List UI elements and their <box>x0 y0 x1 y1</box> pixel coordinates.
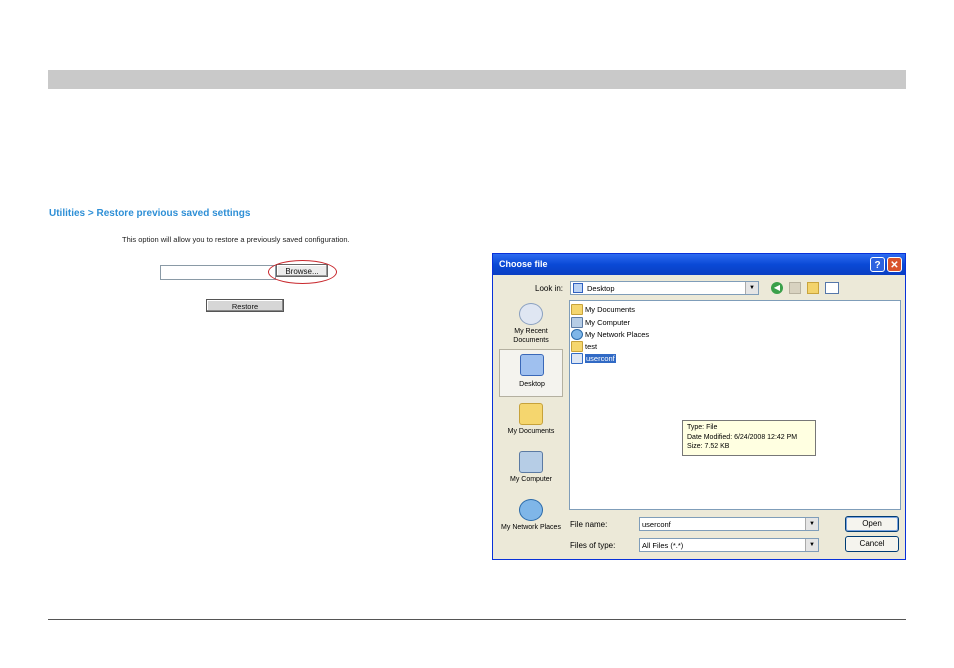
place-label: My Recent Documents <box>513 328 549 344</box>
files-of-type-dropdown[interactable]: All Files (*.*) ▼ <box>639 538 819 552</box>
my-computer-icon <box>519 451 543 473</box>
file-tooltip: Type: File Date Modified: 6/24/2008 12:4… <box>682 420 816 456</box>
file-name-label: File name: <box>570 520 608 529</box>
tooltip-date: Date Modified: 6/24/2008 12:42 PM <box>687 433 798 441</box>
browse-button[interactable]: Browse... <box>276 264 328 277</box>
back-arrow-icon[interactable]: ◀ <box>771 282 783 294</box>
place-network-places[interactable]: My Network Places <box>499 495 563 543</box>
choose-file-dialog: Choose file ? ✕ Look in: Desktop ▼ ◀ My … <box>492 253 906 560</box>
file-path-input[interactable] <box>160 265 276 280</box>
open-button[interactable]: Open <box>845 516 899 532</box>
documents-folder-icon <box>571 304 583 315</box>
place-desktop[interactable]: Desktop <box>499 349 563 397</box>
tooltip-size: Size: 7.52 KB <box>687 443 730 450</box>
views-menu-icon[interactable] <box>825 282 839 294</box>
desktop-icon <box>573 283 583 293</box>
look-in-value: Desktop <box>587 284 615 293</box>
files-of-type-value: All Files (*.*) <box>642 541 684 550</box>
list-item[interactable]: My Computer <box>571 317 630 329</box>
breadcrumb: Utilities > Restore previous saved setti… <box>49 208 251 219</box>
file-name-combo[interactable]: userconf ▼ <box>639 517 819 531</box>
file-name-value: userconf <box>642 520 671 529</box>
place-label: My Network Places <box>501 524 561 531</box>
chevron-down-icon[interactable]: ▼ <box>805 518 818 530</box>
place-label: My Documents <box>507 428 555 435</box>
list-item[interactable]: test <box>571 341 597 353</box>
chevron-down-icon[interactable]: ▼ <box>805 539 818 551</box>
new-folder-icon[interactable] <box>807 282 819 294</box>
place-my-documents[interactable]: My Documents <box>499 399 563 447</box>
look-in-label: Look in: <box>535 284 564 293</box>
desktop-icon <box>520 354 544 376</box>
page-description: This option will allow you to restore a … <box>122 235 350 244</box>
list-item-selected[interactable]: userconf <box>571 353 616 365</box>
network-icon <box>571 329 583 340</box>
help-button[interactable]: ? <box>870 257 885 272</box>
place-label: My Computer <box>509 476 552 483</box>
header-bar <box>48 70 906 89</box>
footer-divider <box>48 619 906 620</box>
files-of-type-label: Files of type: <box>570 541 616 550</box>
place-label: Desktop <box>519 381 545 388</box>
close-button[interactable]: ✕ <box>887 257 902 272</box>
dialog-title: Choose file <box>499 259 548 269</box>
file-icon <box>571 353 583 364</box>
cancel-button[interactable]: Cancel <box>845 536 899 552</box>
network-places-icon <box>519 499 543 521</box>
places-bar: My Recent Documents Desktop My Documents… <box>499 299 563 554</box>
list-item[interactable]: My Documents <box>571 304 635 316</box>
restore-button[interactable]: Restore <box>206 299 284 312</box>
up-folder-icon[interactable] <box>789 282 801 294</box>
folder-icon <box>571 341 583 352</box>
look-in-dropdown[interactable]: Desktop ▼ <box>570 281 759 295</box>
file-list[interactable]: My Documents My Computer My Network Plac… <box>569 300 901 510</box>
computer-icon <box>571 317 583 328</box>
dialog-titlebar: Choose file ? ✕ <box>493 254 905 275</box>
tooltip-type: Type: File <box>687 424 718 431</box>
list-item[interactable]: My Network Places <box>571 329 649 341</box>
my-documents-icon <box>519 403 543 425</box>
chevron-down-icon[interactable]: ▼ <box>745 282 758 294</box>
recent-documents-icon <box>519 303 543 325</box>
place-recent-documents[interactable]: My Recent Documents <box>499 299 563 347</box>
place-my-computer[interactable]: My Computer <box>499 447 563 495</box>
